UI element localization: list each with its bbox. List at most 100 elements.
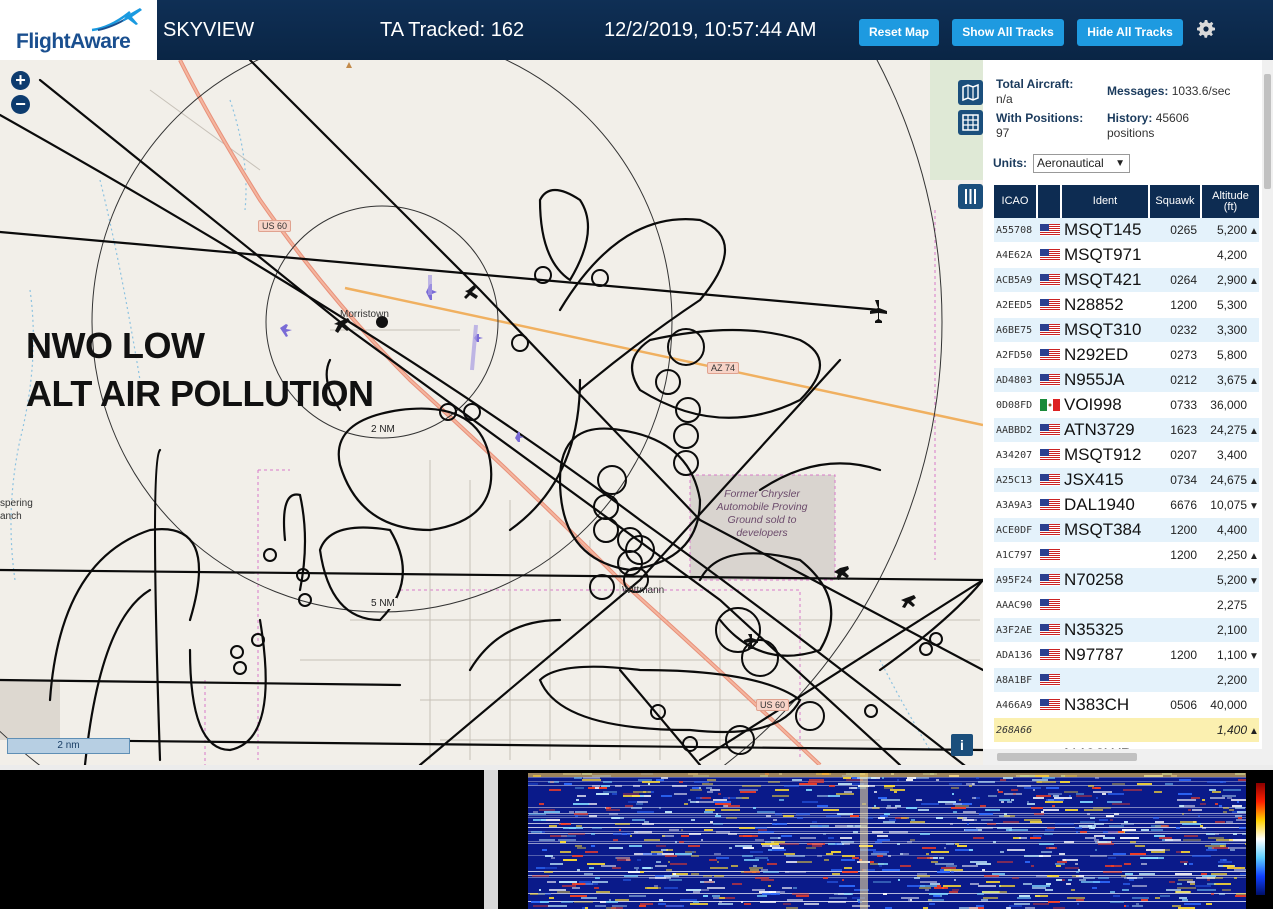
table-row[interactable]: ACB5A9 MSQT421 0264 2,900 ▲: [994, 268, 1259, 293]
altitude-trend-icon: ▲: [1249, 276, 1259, 287]
cell-altitude: 1,400 ▲: [1202, 723, 1259, 737]
show-all-tracks-button[interactable]: Show All Tracks: [952, 19, 1064, 46]
us-flag-icon: [1040, 699, 1060, 711]
table-row[interactable]: A3A9A3 DAL1940 6676 10,075 ▼: [994, 493, 1259, 518]
cell-icao: AABBD2: [996, 424, 1033, 436]
table-row[interactable]: A2FD50 N292ED 0273 5,800: [994, 343, 1259, 368]
total-aircraft-value: n/a: [996, 92, 1013, 106]
units-select[interactable]: Aeronautical ▼: [1033, 154, 1130, 173]
town-label-wittmann: Wittmann: [622, 585, 665, 596]
us-flag-icon: [1040, 274, 1060, 286]
cell-squawk: 0506: [1170, 698, 1197, 712]
cell-altitude: 3,675 ▲: [1202, 373, 1259, 387]
us-flag-icon: [1040, 474, 1060, 486]
col-icao[interactable]: ICAO: [994, 185, 1038, 218]
route-shield-us60: US 60: [258, 220, 292, 232]
table-row[interactable]: ADA136 N97787 1200 1,100 ▼: [994, 643, 1259, 668]
col-altitude-line2: (ft): [1223, 200, 1238, 213]
cell-squawk: 1200: [1170, 648, 1197, 662]
table-row[interactable]: AABBD2 ATN3729 1623 24,275 ▲: [994, 418, 1259, 443]
map-layers-button[interactable]: [958, 80, 983, 105]
cell-flag: [1038, 224, 1062, 236]
col-squawk[interactable]: Squawk: [1150, 185, 1202, 218]
altitude-value: 24,275: [1210, 423, 1247, 437]
table-row[interactable]: A466A9 N383CH 0506 40,000: [994, 693, 1259, 718]
hide-all-tracks-button[interactable]: Hide All Tracks: [1077, 19, 1183, 46]
reset-map-button[interactable]: Reset Map: [859, 19, 939, 46]
cell-ident: N70258: [1064, 570, 1124, 589]
table-row[interactable]: A8A1BF 2,200: [994, 668, 1259, 693]
table-row[interactable]: AAAC90 2,275: [994, 593, 1259, 618]
messages-value: 1033.6/sec: [1171, 84, 1231, 98]
altitude-value: 5,300: [1216, 298, 1247, 312]
overlay-caption: NWO LOW ALT AIR POLLUTION: [26, 322, 374, 418]
cell-flag: [1038, 249, 1062, 261]
col-ident[interactable]: Ident: [1062, 185, 1150, 218]
table-row[interactable]: A3F2AE N35325 2,100: [994, 618, 1259, 643]
flightaware-logo[interactable]: FlightAware: [0, 0, 157, 60]
altitude-value: 3,300: [1216, 323, 1247, 337]
column-toggle-button[interactable]: [958, 184, 983, 209]
cell-ident: MSQT145: [1064, 220, 1142, 239]
zoom-out-button[interactable]: −: [11, 95, 30, 114]
table-row[interactable]: A95F24 N70258 5,200 ▼: [994, 568, 1259, 593]
table-header: ICAO Ident Squawk Altitude (ft): [994, 185, 1259, 218]
mexico-flag-icon: [1040, 399, 1060, 411]
table-row[interactable]: 0D08FD VOI998 0733 36,000: [994, 393, 1259, 418]
altitude-trend-icon: ▲: [1249, 551, 1259, 562]
cell-icao: A8A1BF: [996, 674, 1033, 686]
cell-icao: A25C13: [996, 474, 1033, 486]
altitude-value: 2,200: [1216, 673, 1247, 687]
cell-squawk: 6676: [1170, 498, 1197, 512]
altitude-value: 1,400: [1216, 723, 1247, 737]
gear-icon[interactable]: [1194, 17, 1218, 41]
table-row[interactable]: A6BE75 MSQT310 0232 3,300: [994, 318, 1259, 343]
cell-icao: A2EED5: [996, 299, 1033, 311]
spectrum-waterfall: [528, 773, 1246, 909]
panel-splitter[interactable]: [484, 770, 498, 909]
cell-altitude: 2,275: [1202, 598, 1259, 612]
us-flag-icon: [1040, 574, 1060, 586]
altitude-value: 10,075: [1210, 498, 1247, 512]
map-view[interactable]: + − NWO LOW ALT AIR POLLUTION Morristown…: [0, 60, 983, 765]
altitude-trend-icon: ▼: [1249, 501, 1259, 512]
table-row[interactable]: A4E62A MSQT971 4,200: [994, 243, 1259, 268]
altitude-value: 5,800: [1216, 348, 1247, 362]
us-flag-icon: [1040, 374, 1060, 386]
table-row[interactable]: ACE0DF MSQT384 1200 4,400: [994, 518, 1259, 543]
cell-squawk: 1623: [1170, 423, 1197, 437]
table-row[interactable]: A55708 MSQT145 0265 5,200 ▲: [994, 218, 1259, 243]
table-row[interactable]: A34207 MSQT912 0207 3,400: [994, 443, 1259, 468]
col-altitude[interactable]: Altitude (ft): [1202, 185, 1259, 218]
cell-altitude: 2,200: [1202, 673, 1259, 687]
grid-toggle-button[interactable]: [958, 110, 983, 135]
altitude-trend-icon: ▲: [1249, 226, 1259, 237]
table-row[interactable]: A2EED5 N28852 1200 5,300: [994, 293, 1259, 318]
table-row[interactable]: A1C797 1200 2,250 ▲: [994, 543, 1259, 568]
cell-ident: MSQT971: [1064, 245, 1142, 264]
cell-icao: A6BE75: [996, 324, 1033, 336]
sidebar-horizontal-scrollbar[interactable]: [983, 749, 1262, 765]
ranch-label-1: spering: [0, 498, 33, 509]
altitude-value: 5,200: [1216, 573, 1247, 587]
area-label-proving-ground: Former Chrysler Automobile Proving Groun…: [716, 488, 808, 539]
table-row[interactable]: A25C13 JSX415 0734 24,675 ▲: [994, 468, 1259, 493]
cell-flag: [1038, 399, 1062, 411]
col-flag[interactable]: [1038, 185, 1062, 218]
cell-squawk: 1200: [1170, 298, 1197, 312]
info-button[interactable]: i: [951, 734, 973, 756]
grid-icon: [962, 114, 979, 131]
cell-squawk: 0232: [1170, 323, 1197, 337]
us-flag-icon: [1040, 324, 1060, 336]
cell-flag: [1038, 299, 1062, 311]
blank-panel: [0, 770, 484, 909]
cell-altitude: 2,900 ▲: [1202, 273, 1259, 287]
table-row[interactable]: 268A66 1,400 ▲: [994, 718, 1259, 743]
table-row[interactable]: AD4803 N955JA 0212 3,675 ▲: [994, 368, 1259, 393]
zoom-in-button[interactable]: +: [11, 71, 30, 90]
us-flag-icon: [1040, 449, 1060, 461]
messages-label: Messages:: [1107, 84, 1169, 98]
range-ring-label-2nm: 2 NM: [369, 424, 397, 435]
sidebar-vertical-scrollbar[interactable]: [1262, 60, 1273, 765]
cell-ident: N292ED: [1064, 345, 1129, 364]
